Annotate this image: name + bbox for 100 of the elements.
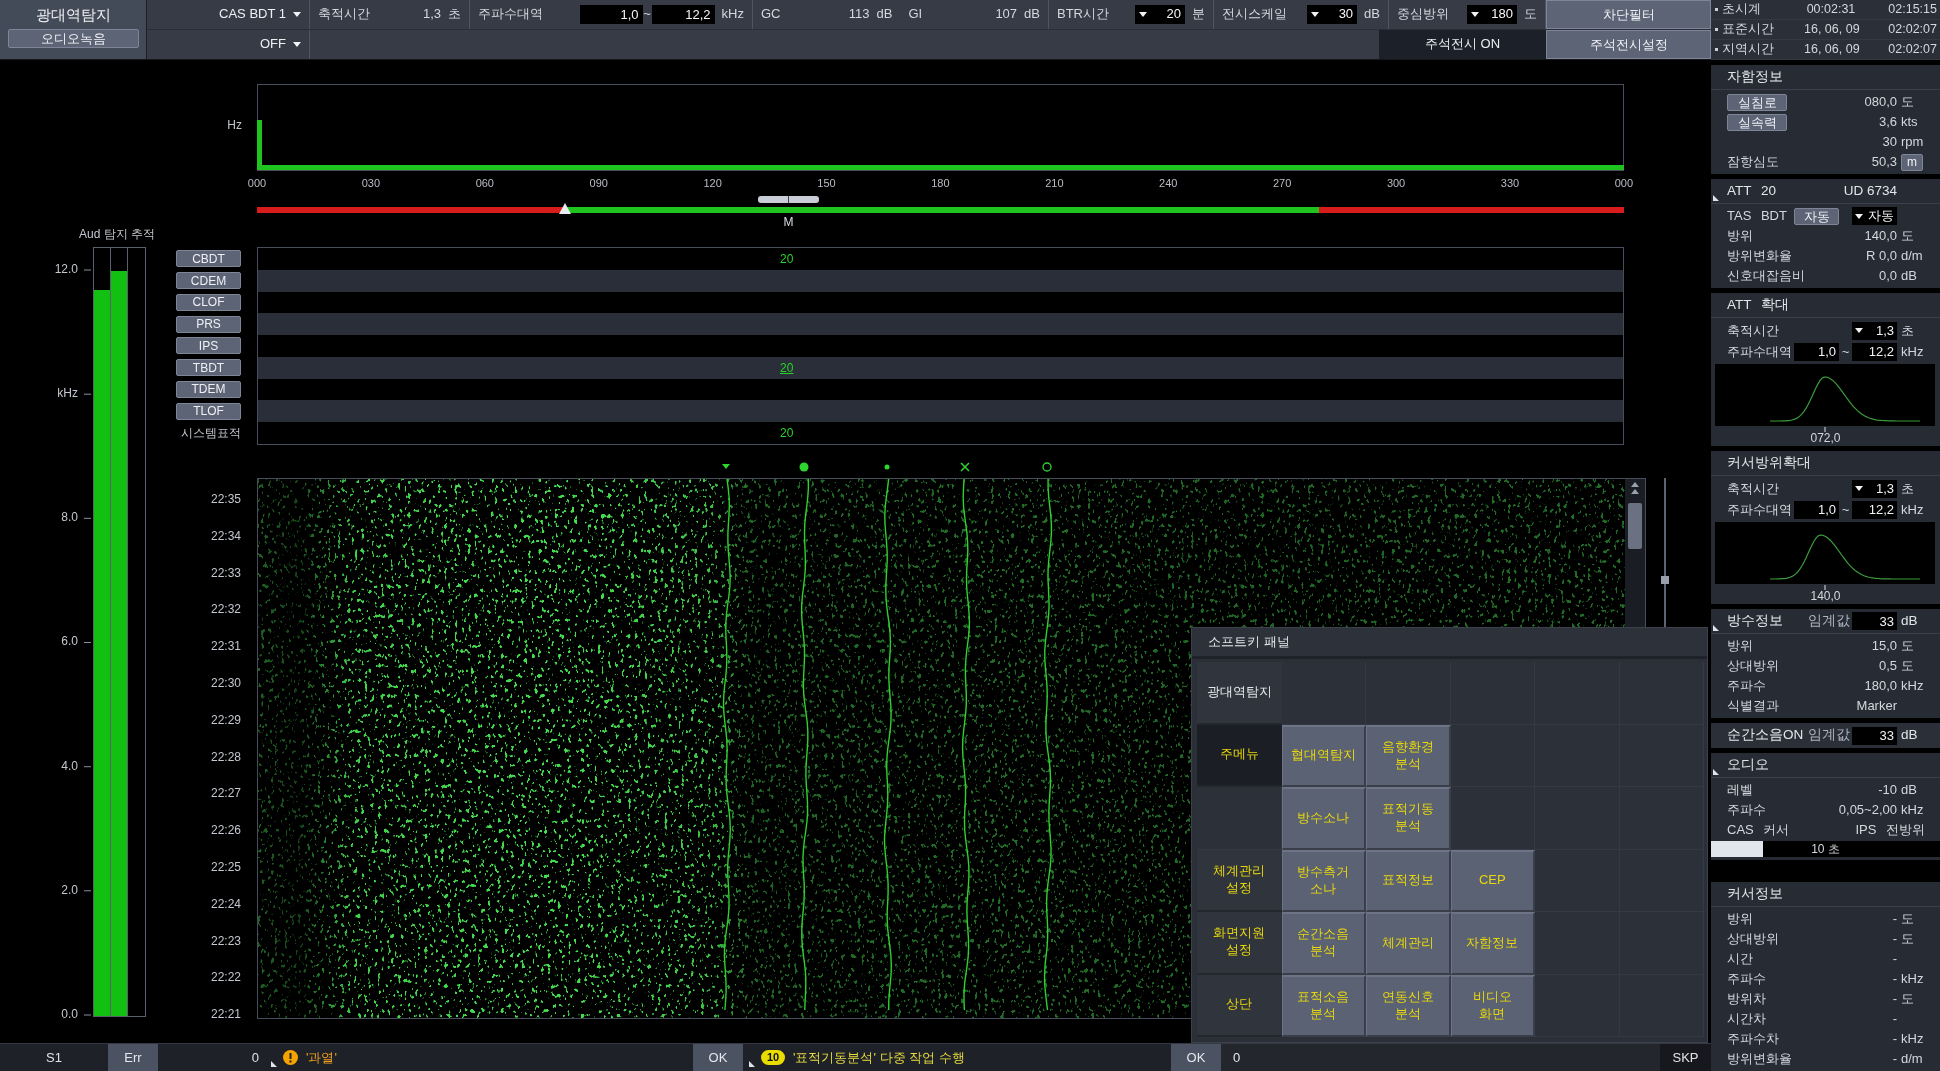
soft-key[interactable]: 방수측거 소나	[1281, 849, 1366, 912]
clock-value: 02:02:07	[1888, 22, 1937, 37]
threshold-field[interactable]: 33	[1852, 726, 1897, 745]
menu-key[interactable]: 화면지원 설정	[1197, 912, 1282, 975]
track-button[interactable]: TLOF	[176, 402, 241, 420]
value-dropdown[interactable]: 1,3	[1852, 479, 1897, 498]
progress-text: 10 초	[1811, 841, 1840, 857]
annotation-toggle[interactable]: 주석전시 ON	[1379, 29, 1546, 59]
record-button[interactable]: 오디오녹음	[7, 29, 139, 48]
section-title: 커서정보	[1727, 885, 1783, 903]
bearing-label: 140,0	[1810, 589, 1841, 603]
field-label: BTR시간	[1057, 6, 1109, 23]
track-value: 20	[780, 427, 794, 439]
menu-heading: 광대역탐지	[1197, 662, 1282, 725]
range-start-field[interactable]: 1,0	[1794, 500, 1839, 519]
filter-button[interactable]: 차단필터	[1546, 0, 1711, 29]
soft-key[interactable]: 표적소음 분석	[1281, 974, 1366, 1037]
soft-key[interactable]: 연동신호 분석	[1366, 974, 1451, 1037]
time-label: 22:24	[210, 895, 241, 913]
range-separator: ~	[642, 6, 652, 23]
soft-key[interactable]: 협대역탐지	[1281, 724, 1366, 787]
info-label: 방위변화율	[1727, 248, 1792, 264]
menu-key[interactable]: 상단	[1197, 974, 1282, 1037]
heading-button[interactable]: 실속력	[1727, 113, 1787, 131]
track-button[interactable]: IPS	[176, 337, 241, 355]
range-end-field[interactable]: 12,2	[1852, 342, 1897, 361]
status-count: 0	[250, 1049, 260, 1067]
status-button[interactable]: OK	[693, 1044, 743, 1071]
range-separator: ~	[1840, 501, 1851, 518]
unit-button[interactable]: m	[1901, 153, 1923, 171]
down-triangle-marker-icon	[722, 464, 730, 469]
scroll-thumb[interactable]	[758, 196, 819, 203]
track-button[interactable]: PRS	[176, 315, 241, 333]
unit-label: dB	[1900, 612, 1919, 630]
track-button[interactable]: CLOF	[176, 293, 241, 311]
soft-key[interactable]: 표적정보	[1366, 849, 1451, 912]
status-button[interactable]: Err	[108, 1044, 158, 1071]
track-button[interactable]: CDEM	[176, 272, 241, 290]
unit-label: dB	[1364, 6, 1380, 23]
time-label: 22:30	[210, 675, 241, 692]
annotation-settings-button[interactable]: 주석전시설정	[1546, 29, 1711, 59]
time-label: 22:34	[210, 527, 241, 545]
unit-label: dB	[876, 6, 893, 23]
soft-key[interactable]: 음향환경 분석	[1366, 724, 1451, 787]
unit-label: dB	[1024, 6, 1040, 23]
mode-button[interactable]: 자동	[1794, 207, 1839, 225]
unit-label: 도	[1900, 931, 1915, 947]
heading-button[interactable]: 실침로	[1727, 93, 1787, 111]
clock-label: 지역시간	[1722, 42, 1775, 57]
dropdown-button[interactable]: OFF	[260, 36, 301, 53]
time-label: 22:27	[210, 785, 241, 803]
info-value: 0,0	[1878, 268, 1897, 284]
soft-key[interactable]: 표적기동 분석	[1366, 787, 1451, 850]
bullet-icon	[1715, 48, 1718, 51]
dropdown-button[interactable]: CAS BDT 1	[219, 6, 301, 23]
small-dot-marker-icon	[884, 464, 890, 470]
unit-label: 도	[1900, 991, 1915, 1007]
info-value: Marker	[1856, 698, 1897, 714]
track-button[interactable]: TDEM	[176, 380, 241, 398]
info-label: 시간	[1727, 951, 1753, 967]
info-value: -	[1892, 931, 1897, 947]
range-start-field[interactable]: 1,0	[579, 4, 643, 24]
command-input-field[interactable]: 0	[1221, 1044, 1660, 1071]
caret-icon	[1139, 11, 1147, 17]
value-dropdown[interactable]: 180	[1467, 4, 1517, 24]
track-button[interactable]: CBDT	[176, 250, 241, 268]
status-message: '과열'	[306, 1049, 337, 1066]
caret-icon	[1311, 11, 1320, 17]
soft-key[interactable]: 자함정보	[1450, 912, 1535, 975]
soft-key[interactable]: 방수소나	[1281, 787, 1366, 850]
time-label: 22:26	[210, 822, 241, 840]
status-code: S1	[45, 1049, 63, 1067]
value-dropdown[interactable]: 20	[1135, 4, 1185, 24]
clock-value: 02:02:07	[1888, 42, 1937, 57]
range-end-field[interactable]: 12,2	[651, 4, 715, 24]
field-label: 주파수대역	[478, 6, 543, 23]
track-button[interactable]: TBDT	[176, 359, 241, 377]
value-dropdown[interactable]: 자동	[1852, 207, 1897, 225]
soft-key[interactable]: 체계관리	[1366, 912, 1451, 975]
section-title: ATT 20	[1727, 182, 1777, 200]
value-dropdown[interactable]: 30	[1307, 4, 1358, 24]
range-start-field[interactable]: 1,0	[1794, 342, 1839, 361]
range-end-field[interactable]: 12,2	[1852, 500, 1897, 519]
unit-label: rpm	[1900, 134, 1925, 150]
info-label: 주파수	[1727, 971, 1766, 987]
value-dropdown[interactable]: 1,3	[1852, 321, 1897, 340]
status-button[interactable]: OK	[1171, 1044, 1221, 1071]
caret-icon	[293, 41, 301, 47]
soft-key[interactable]: 비디오 화면	[1450, 974, 1535, 1037]
axis-label: 12.0	[54, 262, 78, 277]
soft-key[interactable]: CEP	[1450, 849, 1535, 912]
caret-icon	[1855, 213, 1863, 219]
menu-key[interactable]: 주메뉴	[1197, 724, 1282, 787]
soft-key[interactable]: 순간소음 분석	[1281, 912, 1366, 975]
menu-key[interactable]: 체계관리 설정	[1197, 849, 1282, 912]
threshold-field[interactable]: 33	[1852, 612, 1897, 630]
time-label: 22:33	[210, 564, 241, 582]
unit-label: kHz	[721, 6, 744, 23]
track-label: 시스템표적	[181, 425, 241, 441]
clock-value: 00:02:31	[1805, 2, 1857, 17]
